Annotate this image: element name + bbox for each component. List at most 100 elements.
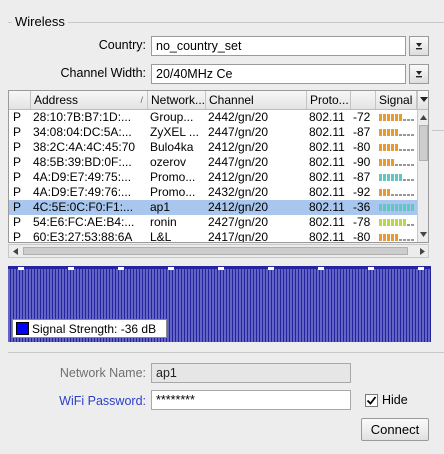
- cell-proto: 802.11: [309, 200, 345, 214]
- cell-channel: 2447/gn/20: [208, 125, 269, 139]
- signal-bar: [399, 114, 402, 121]
- cell-signal: -72: [353, 110, 371, 124]
- signal-bar: [379, 144, 382, 151]
- cell-channel: 2412/gn/20: [208, 140, 269, 154]
- cell-network: Bulo4ka: [150, 140, 194, 154]
- table-row[interactable]: P 38:2C:4A:4C:45:70 Bulo4ka 2412/gn/20 802.1…: [9, 140, 417, 155]
- cell-proto: 802.11: [309, 170, 345, 184]
- cell-flag: P: [13, 185, 22, 199]
- scroll-left-button[interactable]: [11, 247, 19, 255]
- signal-bar: [391, 174, 394, 181]
- network-name-label: Network Name:: [59, 366, 146, 380]
- signal-bar: [391, 219, 394, 226]
- signal-bar: [387, 159, 390, 166]
- country-dropdown-button[interactable]: [409, 36, 429, 56]
- signal-bar: [411, 134, 414, 136]
- signal-bar: [395, 219, 398, 226]
- table-row[interactable]: P 54:E6:FC:AE:B4:... ronin 2427/gn/20 802.11…: [9, 215, 417, 230]
- channel-width-select[interactable]: 20/40MHz Ce: [151, 64, 406, 84]
- cell-network: ap1: [150, 200, 171, 214]
- column-header-network[interactable]: Network...: [148, 91, 206, 109]
- cell-proto: 802.11: [309, 215, 345, 229]
- signal-bar: [403, 239, 406, 241]
- table-horizontal-scrollbar[interactable]: [8, 244, 429, 258]
- signal-bar: [407, 224, 410, 226]
- signal-bar: [407, 179, 410, 181]
- table-row[interactable]: P 4A:D9:E7:49:75:... Promo... 2412/gn/20 802…: [9, 170, 417, 185]
- signal-meter: [379, 189, 415, 196]
- scroll-right-button[interactable]: [418, 247, 426, 255]
- signal-bar: [411, 239, 414, 241]
- hide-label: Hide: [382, 393, 408, 407]
- cell-network: L&L: [150, 230, 172, 243]
- signal-bar: [379, 129, 382, 136]
- table-row[interactable]: P 60:E3:27:53:88:6A L&L 2417/gn/20 802.11 -80: [9, 230, 417, 243]
- table-vertical-scrollbar[interactable]: [417, 91, 428, 242]
- signal-bar: [403, 164, 406, 166]
- legend-value: -36 dB: [120, 322, 157, 336]
- signal-strength-legend: Signal Strength: -36 dB: [12, 319, 167, 338]
- column-header-channel[interactable]: Channel: [206, 91, 307, 109]
- signal-bar: [399, 164, 402, 166]
- table-row[interactable]: P 34:08:04:DC:5A:... ZyXEL ... 2447/gn/20 80…: [9, 125, 417, 140]
- signal-meter: [379, 204, 415, 211]
- signal-bar: [411, 194, 414, 196]
- scroll-down-button[interactable]: [419, 228, 428, 240]
- signal-bar: [399, 149, 402, 151]
- checkmark-icon: [366, 396, 377, 405]
- cell-address: 4A:D9:E7:49:76:...: [33, 185, 132, 199]
- signal-bar: [391, 114, 394, 121]
- column-header-protocol[interactable]: Proto...: [307, 91, 351, 109]
- chevron-down-icon: [419, 97, 428, 102]
- column-header-signal[interactable]: Signal: [376, 91, 417, 109]
- table-row[interactable]: P 48:5B:39:BD:0F:... ozerov 2447/gn/20 802.1…: [9, 155, 417, 170]
- channel-width-label: Channel Width:: [60, 66, 146, 80]
- connect-button[interactable]: Connect: [361, 418, 429, 441]
- signal-bar: [383, 159, 386, 166]
- signal-bar: [411, 224, 414, 226]
- scroll-thumb[interactable]: [23, 247, 408, 255]
- table-row[interactable]: P 28:10:7B:B7:1D:... Group... 2442/gn/20 802…: [9, 110, 417, 125]
- table-header: Address / Network... Channel Proto... Si…: [9, 91, 417, 110]
- signal-bar: [403, 204, 406, 211]
- sort-icon: /: [140, 95, 143, 105]
- table-row[interactable]: P 4C:5E:0C:F0:F1:... ap1 2412/gn/20 802.11 -3…: [9, 200, 417, 215]
- column-chooser-button[interactable]: [418, 91, 428, 110]
- scroll-thumb[interactable]: [419, 125, 428, 161]
- spectrum-peak-marker: [368, 267, 374, 270]
- signal-bar: [391, 159, 394, 166]
- country-select[interactable]: no_country_set: [151, 36, 406, 56]
- signal-bar: [407, 149, 410, 151]
- wifi-password-input[interactable]: ********: [151, 390, 351, 410]
- signal-bar: [411, 164, 414, 166]
- column-header-flag[interactable]: [9, 91, 31, 109]
- signal-bar: [379, 159, 382, 166]
- signal-bar: [411, 204, 414, 211]
- signal-bar: [403, 119, 406, 121]
- channel-width-dropdown-button[interactable]: [409, 64, 429, 84]
- cell-channel: 2427/gn/20: [208, 215, 269, 229]
- wireless-section-title: Wireless: [12, 14, 68, 29]
- cell-signal: -87: [353, 170, 371, 184]
- cell-address: 48:5B:39:BD:0F:...: [33, 155, 132, 169]
- chevron-up-icon: [420, 114, 427, 120]
- network-table: Address / Network... Channel Proto... Si…: [8, 90, 429, 243]
- signal-meter: [379, 174, 415, 181]
- cell-proto: 802.11: [309, 230, 345, 243]
- chevron-left-icon: [12, 247, 18, 255]
- network-name-field: ap1: [151, 363, 351, 383]
- signal-bar: [407, 134, 410, 136]
- hide-checkbox[interactable]: [365, 394, 378, 407]
- signal-bar: [407, 119, 410, 121]
- signal-bar: [387, 174, 390, 181]
- cell-signal: -87: [353, 125, 371, 139]
- signal-bar: [399, 194, 402, 196]
- signal-meter: [379, 129, 415, 136]
- column-header-address[interactable]: Address /: [31, 91, 148, 109]
- signal-bar: [387, 129, 390, 136]
- column-header-rssi[interactable]: [351, 91, 376, 109]
- table-row[interactable]: P 4A:D9:E7:49:76:... Promo... 2432/gn/20 802…: [9, 185, 417, 200]
- scroll-up-button[interactable]: [419, 111, 428, 123]
- signal-bar: [399, 174, 402, 181]
- spectrum-peak-marker: [268, 267, 274, 270]
